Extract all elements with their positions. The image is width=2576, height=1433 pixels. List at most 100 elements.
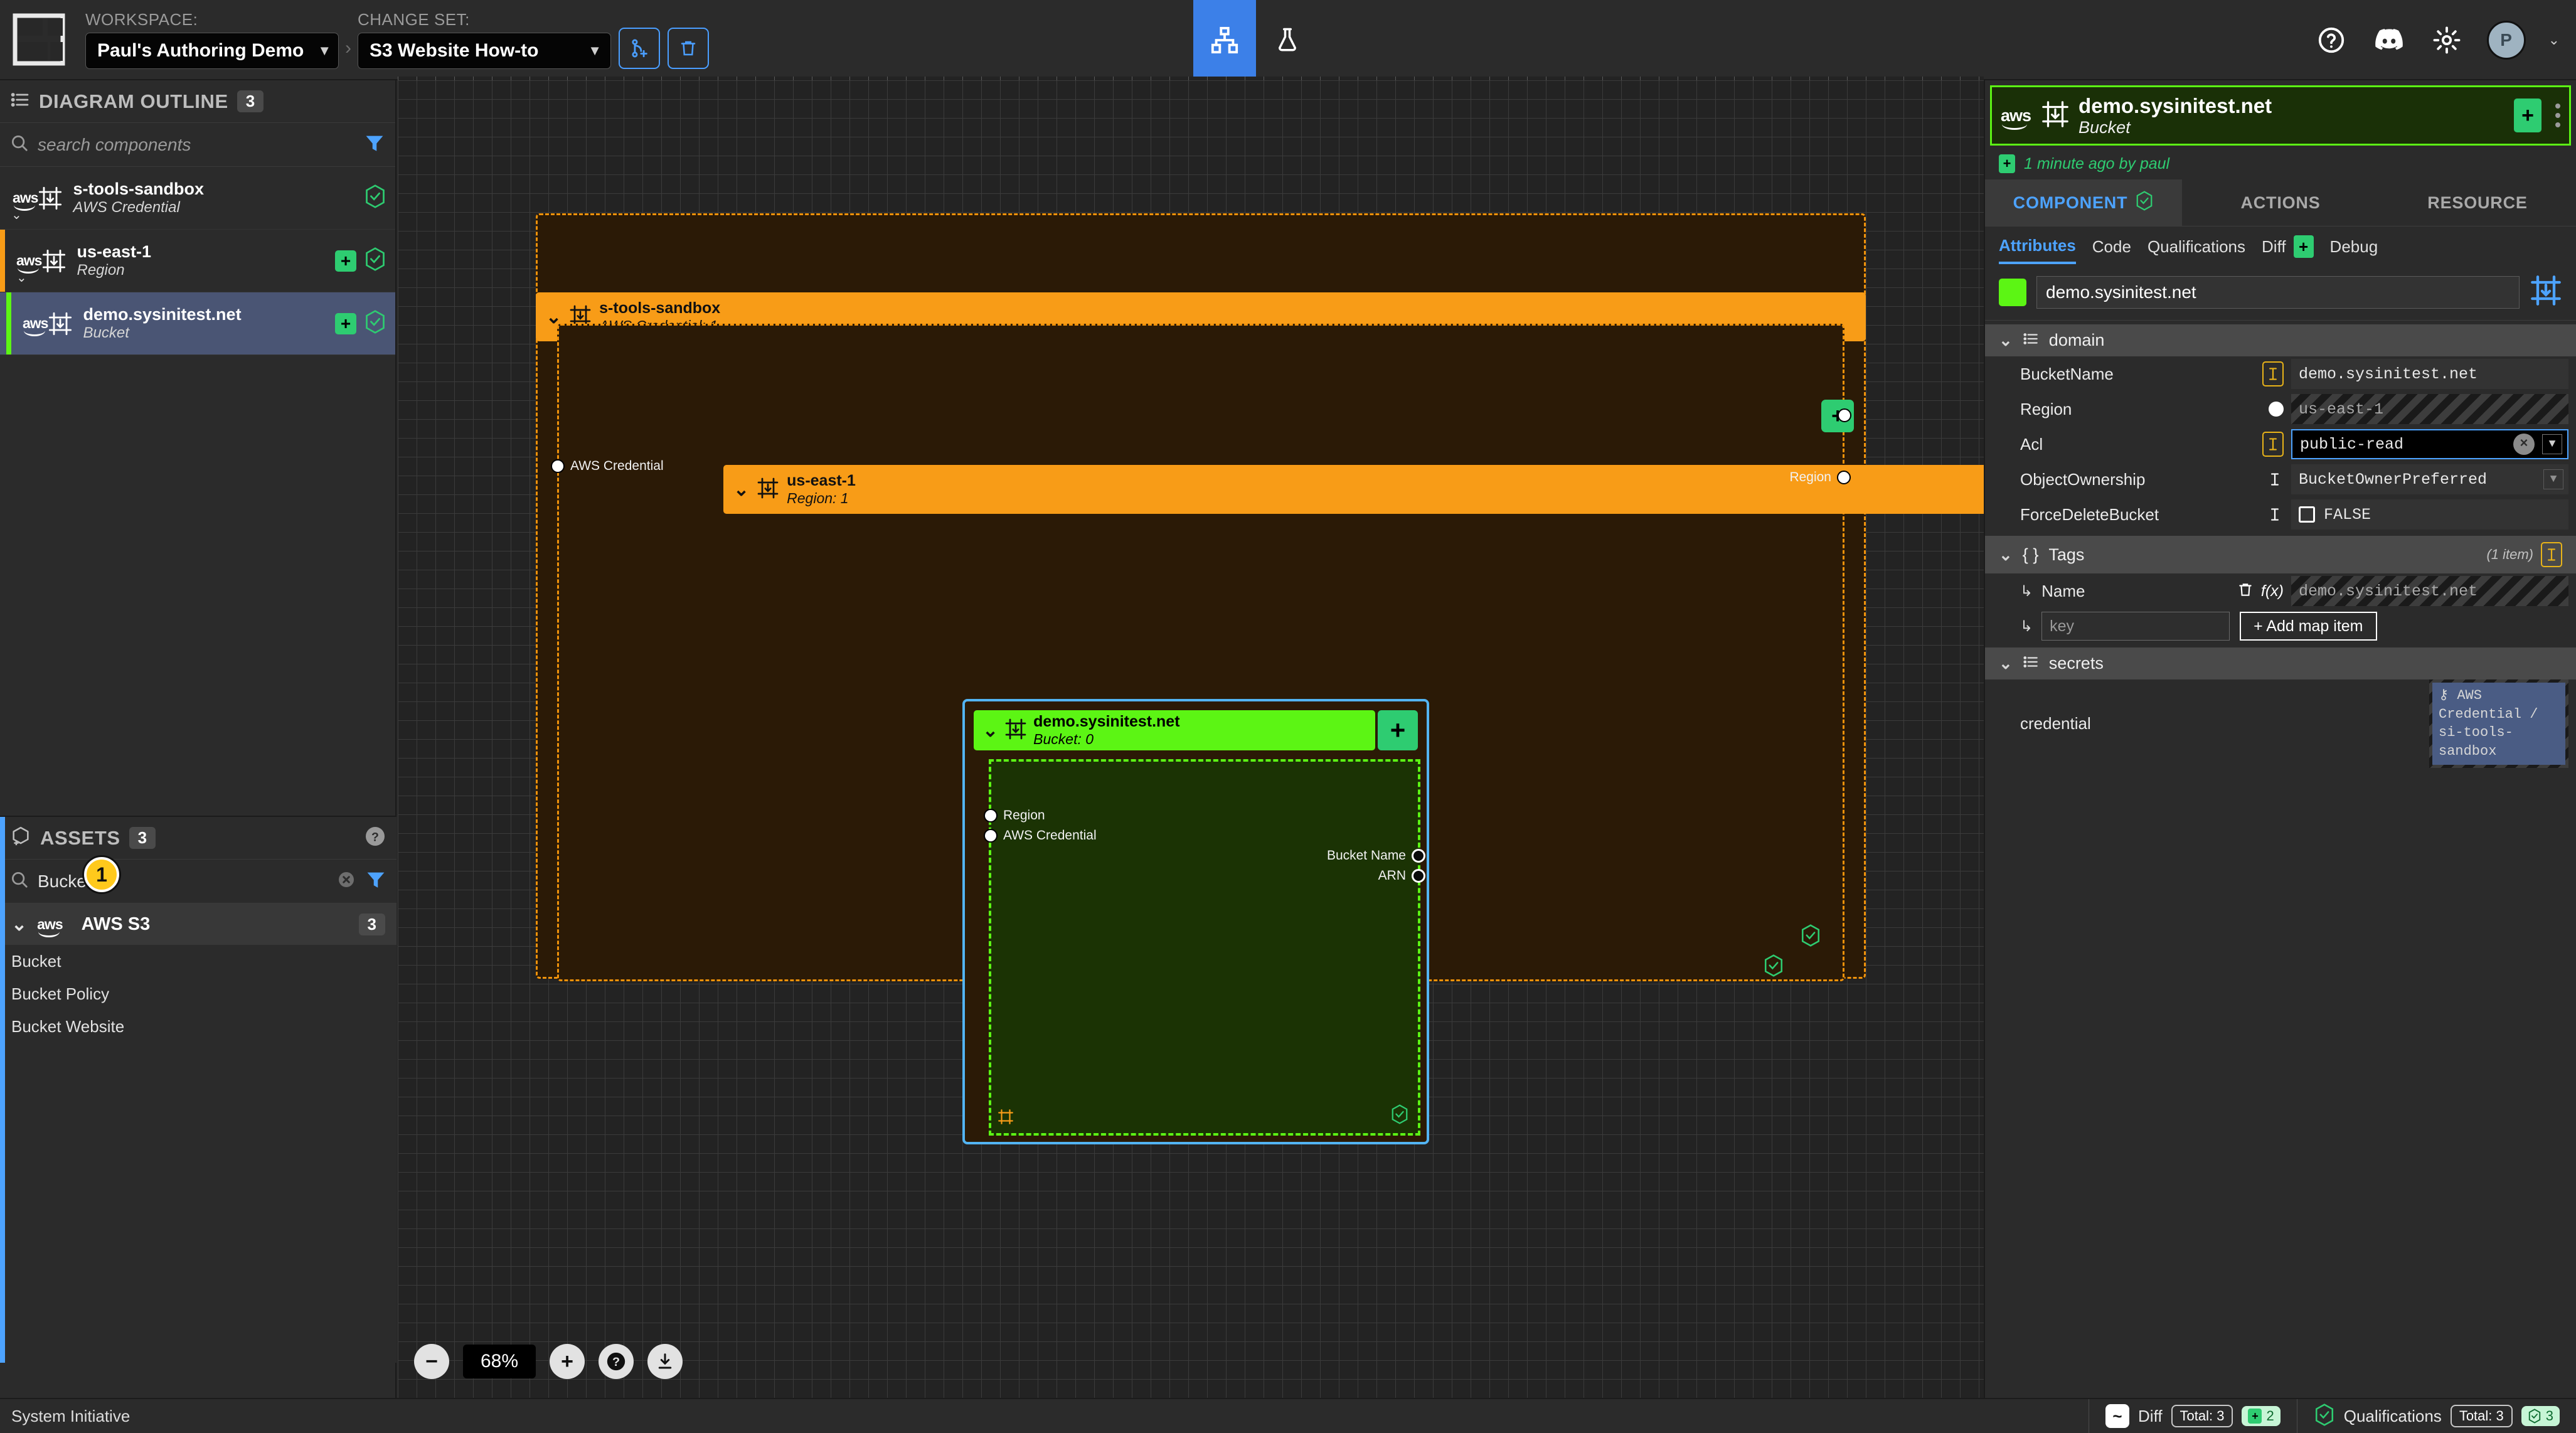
checkbox[interactable] — [2299, 506, 2315, 523]
frame-select-icon[interactable] — [2530, 274, 2562, 310]
chevron-down-icon[interactable]: ▼ — [2542, 434, 2562, 454]
delete-changeset-button[interactable] — [668, 28, 709, 69]
chevron-down-icon[interactable]: ⌄ — [1999, 331, 2013, 350]
node-input-aws-credential[interactable]: AWS Credential — [984, 828, 1097, 843]
tab-qualifications[interactable]: Qualifications — [2148, 237, 2245, 263]
avatar-initial: P — [2500, 30, 2512, 50]
socket-aws-credential-input[interactable]: AWS Credential — [551, 459, 664, 474]
component-color-swatch[interactable] — [1999, 278, 2026, 306]
zoom-level[interactable]: 68% — [463, 1345, 536, 1378]
section-header-secrets[interactable]: ⌄ secrets — [1985, 647, 2576, 679]
text-source-icon[interactable] — [2541, 542, 2562, 567]
filter-icon[interactable] — [364, 132, 385, 157]
chevron-down-icon[interactable]: ⌄ — [982, 720, 998, 742]
node-header[interactable]: ⌄ demo.sysinitest.net Bucket: 0 — [974, 710, 1375, 750]
attribute-value[interactable]: demo.sysinitest.net — [2291, 359, 2568, 389]
chevron-down-icon[interactable]: ⌄ — [1999, 545, 2013, 565]
zoom-out-button[interactable]: − — [414, 1344, 449, 1379]
lab-tab[interactable] — [1256, 0, 1319, 80]
tab-resource[interactable]: RESOURCE — [2379, 179, 2576, 226]
secret-value-chip[interactable]: ⚷ AWS Credential / si-tools-sandbox — [2429, 679, 2568, 768]
chevron-down-icon[interactable]: ⌄ — [11, 914, 27, 935]
tab-code[interactable]: Code — [2092, 237, 2131, 263]
component-sub-tabs: Attributes Code Qualifications Diff + De… — [1985, 226, 2576, 264]
node-input-region[interactable]: Region — [984, 808, 1045, 823]
node-add-button[interactable]: + — [1378, 710, 1418, 750]
outline-item-demo-sysinitest-net[interactable]: aws demo.sysinitest.net Bucket + — [0, 292, 395, 355]
discord-icon[interactable] — [2371, 23, 2407, 58]
outline-item-us-east-1[interactable]: aws ⌄ us-east-1 Region + — [0, 230, 395, 292]
attribute-value: us-east-1 — [2291, 394, 2568, 424]
socket-dot — [1838, 408, 1851, 422]
question-circle-icon[interactable]: ? — [364, 825, 386, 851]
assets-count: 3 — [129, 827, 156, 849]
section-label: Tags — [2048, 545, 2085, 564]
fx-icon[interactable]: f(x) — [2261, 582, 2284, 600]
trash-icon[interactable] — [2237, 581, 2254, 602]
text-source-icon[interactable] — [2262, 432, 2284, 457]
outline-item-s-tools-sandbox[interactable]: aws ⌄ s-tools-sandbox AWS Credential — [0, 167, 395, 230]
region-frame-output-socket[interactable] — [1838, 408, 1851, 422]
assets-search-input[interactable] — [38, 871, 327, 892]
key-icon: ⚷ — [2439, 688, 2449, 703]
node-demo-sysinitest-net[interactable]: ⌄ demo.sysinitest.net Bucket: 0 + Region — [962, 699, 1429, 1144]
asset-item-bucket-policy[interactable]: Bucket Policy — [0, 817, 397, 1363]
workspace-select[interactable]: Paul's Authoring Demo ▼ — [85, 33, 339, 69]
section-header-tags[interactable]: ⌄ { } Tags (1 item) — [1985, 536, 2576, 573]
kebab-menu-icon[interactable] — [2555, 104, 2560, 127]
tab-attributes[interactable]: Attributes — [1999, 236, 2076, 264]
chevron-down-icon[interactable]: ▼ — [2543, 469, 2563, 489]
tab-actions[interactable]: ACTIONS — [2182, 179, 2379, 226]
filter-icon[interactable] — [365, 869, 386, 893]
list-icon — [2023, 331, 2039, 350]
socket-source-icon[interactable] — [2269, 402, 2284, 417]
chevron-down-icon[interactable]: ⌄ — [1999, 654, 2013, 673]
attribute-value-acl[interactable]: public-read × ▼ — [2291, 429, 2568, 459]
outline-search-input[interactable] — [38, 134, 355, 155]
add-map-item-button[interactable]: + Add map item — [2240, 612, 2377, 641]
attribute-list-domain: BucketName demo.sysinitest.net Region us… — [1985, 356, 2576, 532]
cube-plus-icon — [10, 826, 31, 850]
section-label: secrets — [2048, 654, 2104, 673]
chevron-down-icon[interactable]: ⌄ — [2548, 32, 2560, 48]
tag-key-input[interactable] — [2041, 612, 2230, 641]
node-output-bucket-name[interactable]: Bucket Name — [1327, 848, 1425, 863]
asset-item-bucket-website[interactable]: Bucket Website — [0, 817, 397, 1363]
merge-changeset-button[interactable] — [619, 28, 660, 69]
text-source-icon[interactable] — [2266, 504, 2284, 525]
attribute-value-objectownership[interactable]: BucketOwnerPreferred ▼ — [2291, 464, 2568, 494]
canvas-help-button[interactable]: ? — [599, 1344, 634, 1379]
asset-group-aws-s3[interactable]: ⌄ aws AWS S3 3 — [0, 903, 397, 945]
asset-item-bucket[interactable]: Bucket — [0, 817, 397, 1363]
socket-region-output[interactable]: Region — [1789, 470, 1851, 485]
section-header-domain[interactable]: ⌄ domain — [1985, 324, 2576, 356]
aws-icon: aws — [13, 189, 38, 211]
clear-x-icon[interactable]: × — [2513, 434, 2535, 455]
zoom-in-button[interactable]: + — [550, 1344, 585, 1379]
attribute-value-forcedeletebucket[interactable]: FALSE — [2291, 499, 2568, 530]
text-source-icon[interactable] — [2262, 361, 2284, 386]
zoom-controls: − 68% + ? — [414, 1344, 683, 1379]
text-source-icon[interactable] — [2266, 469, 2284, 490]
asset-accent — [0, 817, 5, 1363]
page-title: DIAGRAM OUTLINE — [39, 90, 228, 112]
clear-x-icon[interactable] — [336, 870, 356, 893]
chevron-down-icon[interactable]: ⌄ — [733, 479, 749, 501]
avatar[interactable]: P — [2486, 21, 2526, 60]
download-button[interactable] — [647, 1344, 683, 1379]
chevron-down-icon[interactable]: ⌄ — [11, 207, 22, 223]
question-circle-icon[interactable] — [2314, 23, 2349, 58]
tab-debug[interactable]: Debug — [2330, 237, 2378, 263]
diagram-tab[interactable] — [1193, 0, 1256, 80]
node-output-arn[interactable]: ARN — [1378, 868, 1425, 883]
tab-diff[interactable]: Diff — [2262, 237, 2286, 263]
gear-icon[interactable] — [2429, 23, 2464, 58]
changeset-select[interactable]: S3 Website How-to ▼ — [358, 33, 611, 69]
status-qualifications[interactable]: Qualifications Total: 3 3 — [2296, 1399, 2576, 1433]
diagram-canvas[interactable]: ⌄ s-tools-sandbox AWS Credential: 1 ⌄ — [398, 80, 1984, 1398]
component-add-button[interactable]: + — [2514, 99, 2541, 132]
chevron-down-icon[interactable]: ⌄ — [16, 270, 27, 285]
status-diff[interactable]: ~ Diff Total: 3 + 2 — [2089, 1399, 2297, 1433]
component-name-input[interactable] — [2036, 275, 2520, 309]
tab-component[interactable]: COMPONENT — [1985, 179, 2182, 226]
